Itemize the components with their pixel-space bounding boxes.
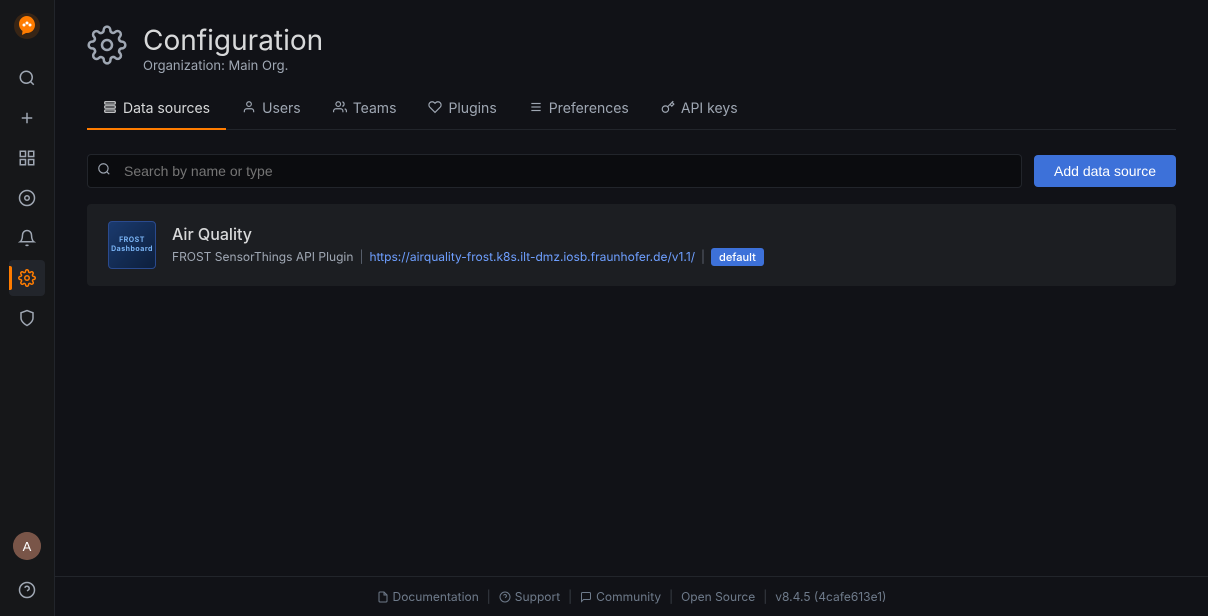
tab-apikeys-label: API keys (681, 100, 738, 117)
tab-users[interactable]: Users (226, 90, 317, 130)
separator-2: | (701, 249, 705, 264)
sidebar-item-help[interactable] (9, 572, 45, 608)
datasource-name: Air Quality (172, 224, 1155, 244)
tab-plugins[interactable]: Plugins (412, 90, 512, 130)
sidebar-item-dashboards[interactable] (9, 140, 45, 176)
footer-sep-4: | (763, 589, 767, 604)
sidebar: A (0, 0, 55, 616)
datasources-toolbar: Add data source (87, 154, 1176, 188)
datasource-list: FROSTDashboard Air Quality FROST SensorT… (87, 204, 1176, 286)
footer-version: v8.4.5 (4cafe613e1) (775, 589, 886, 604)
grafana-logo[interactable] (9, 8, 45, 44)
plugins-tab-icon (428, 100, 442, 118)
footer: Documentation | Support | Community | Op… (55, 576, 1208, 616)
sidebar-item-alerting[interactable] (9, 220, 45, 256)
user-avatar[interactable]: A (13, 532, 41, 560)
svg-text:A: A (23, 539, 32, 554)
datasource-meta: FROST SensorThings API Plugin | https://… (172, 248, 1155, 266)
footer-support-link[interactable]: Support (499, 589, 560, 604)
sidebar-item-configuration[interactable] (9, 260, 45, 296)
configuration-tabs: Data sources Users Teams Plugins (87, 90, 1176, 130)
tab-datasources[interactable]: Data sources (87, 90, 226, 130)
footer-community-link[interactable]: Community (580, 589, 661, 604)
main-content: Configuration Organization: Main Org. Da… (55, 0, 1208, 616)
page-header: Configuration Organization: Main Org. Da… (55, 0, 1208, 130)
preferences-tab-icon (529, 100, 543, 118)
footer-opensource-label: Open Source (681, 589, 755, 604)
tab-datasources-label: Data sources (123, 100, 210, 117)
sidebar-item-explore[interactable] (9, 180, 45, 216)
datasource-plugin: FROST SensorThings API Plugin (172, 249, 353, 264)
configuration-icon (87, 25, 127, 73)
documentation-icon (377, 591, 389, 603)
tab-plugins-label: Plugins (448, 100, 496, 117)
tab-teams-label: Teams (353, 100, 397, 117)
sidebar-item-create[interactable] (9, 100, 45, 136)
apikeys-tab-icon (661, 100, 675, 118)
content-area: Add data source FROSTDashboard Air Quali… (55, 130, 1208, 576)
datasource-badge: default (711, 248, 764, 266)
footer-community-label: Community (596, 589, 661, 604)
datasource-info: Air Quality FROST SensorThings API Plugi… (172, 224, 1155, 266)
separator-1: | (359, 249, 363, 264)
footer-sep-3: | (669, 589, 673, 604)
footer-sep-2: | (568, 589, 572, 604)
tab-teams[interactable]: Teams (317, 90, 413, 130)
teams-tab-icon (333, 100, 347, 118)
search-input[interactable] (87, 154, 1022, 188)
page-title: Configuration (143, 24, 323, 58)
users-tab-icon (242, 100, 256, 118)
footer-opensource-link[interactable]: Open Source (681, 589, 755, 604)
footer-documentation-link[interactable]: Documentation (377, 589, 479, 604)
footer-sep-1: | (487, 589, 491, 604)
page-subtitle: Organization: Main Org. (143, 58, 323, 74)
sidebar-item-search[interactable] (9, 60, 45, 96)
sidebar-item-shield[interactable] (9, 300, 45, 336)
tab-apikeys[interactable]: API keys (645, 90, 754, 130)
tab-preferences[interactable]: Preferences (513, 90, 645, 130)
datasource-item[interactable]: FROSTDashboard Air Quality FROST SensorT… (87, 204, 1176, 286)
community-icon (580, 591, 592, 603)
datasources-tab-icon (103, 100, 117, 118)
add-datasource-button[interactable]: Add data source (1034, 155, 1176, 187)
tab-users-label: Users (262, 100, 301, 117)
search-container (87, 154, 1022, 188)
footer-support-label: Support (515, 589, 560, 604)
support-icon (499, 591, 511, 603)
datasource-logo: FROSTDashboard (108, 221, 156, 269)
datasource-url[interactable]: https://airquality-frost.k8s.ilt-dmz.ios… (369, 249, 695, 264)
tab-preferences-label: Preferences (549, 100, 629, 117)
footer-documentation-label: Documentation (393, 589, 479, 604)
